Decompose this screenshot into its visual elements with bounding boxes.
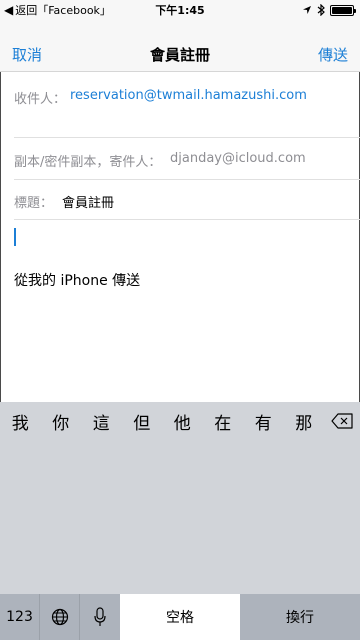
numbers-key-label: 123	[6, 609, 33, 625]
location-arrow-icon	[303, 6, 311, 14]
candidate-bar: 我 你 這 但 他 在 有 那	[0, 402, 360, 440]
candidate-word[interactable]: 這	[81, 409, 122, 434]
compose-nav-bar: 取消 會員註冊 傳送	[0, 20, 360, 72]
cc-bcc-from-label: 副本/密件副本，寄件人：	[14, 155, 162, 170]
to-recipient[interactable]: reservation@twmail.hamazushi.com	[70, 88, 307, 103]
battery-icon	[330, 4, 356, 16]
candidate-word[interactable]: 他	[162, 409, 203, 434]
text-cursor	[14, 228, 16, 246]
cc-bcc-from-field[interactable]: 副本/密件副本，寄件人： djanday@icloud.com	[14, 138, 360, 180]
globe-icon	[51, 608, 68, 626]
microphone-icon	[94, 607, 106, 626]
subject-input[interactable]: 會員註冊	[62, 192, 114, 211]
email-signature[interactable]: 從我的 iPhone 傳送	[14, 270, 140, 290]
compose-title: 會員註冊	[149, 46, 210, 64]
candidate-word[interactable]: 那	[284, 409, 325, 434]
dictation-key[interactable]	[80, 594, 120, 640]
space-key-label: 空格	[166, 610, 194, 626]
from-address[interactable]: djanday@icloud.com	[170, 151, 306, 166]
return-key-label: 換行	[286, 610, 314, 626]
status-bar: ◀ 返回「Facebook」 下午1:45	[0, 0, 360, 20]
space-key[interactable]: 空格	[120, 594, 240, 640]
candidate-word[interactable]: 但	[122, 409, 163, 434]
bluetooth-icon	[317, 4, 325, 16]
subject-label: 標題：	[14, 196, 54, 211]
candidate-word[interactable]: 我	[0, 409, 41, 434]
globe-key[interactable]	[40, 594, 80, 640]
keyboard-bottom-row: 123 空格 換行	[0, 594, 360, 640]
candidate-word[interactable]: 你	[41, 409, 82, 434]
to-field[interactable]: 收件人： reservation@twmail.hamazushi.com	[14, 72, 360, 138]
subject-field[interactable]: 標題： 會員註冊	[14, 180, 360, 220]
send-button[interactable]: 傳送	[318, 44, 348, 65]
to-label: 收件人：	[14, 92, 67, 107]
return-key[interactable]: 換行	[240, 594, 360, 640]
candidate-word[interactable]: 有	[243, 409, 284, 434]
numbers-key[interactable]: 123	[0, 594, 40, 640]
candidate-word[interactable]: 在	[203, 409, 244, 434]
keyboard-area	[0, 440, 360, 594]
delete-backspace-icon[interactable]	[324, 402, 360, 440]
